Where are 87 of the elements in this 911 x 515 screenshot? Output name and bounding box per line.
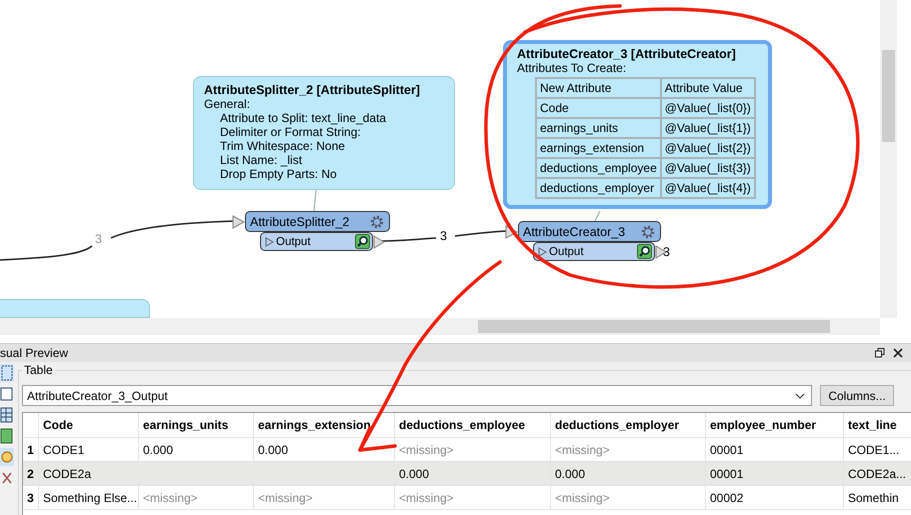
table-row[interactable]: 3 Something Else... <missing> <missing> <missing> <missing> 00002 Somethin [23, 486, 911, 510]
panel-title: sual Preview [0, 346, 70, 360]
annotation-text: Trim Whitespace: None [219, 139, 346, 153]
transformer-node[interactable]: AttributeCreator_3 [518, 221, 661, 242]
table-cell: Somethin [844, 486, 911, 509]
restore-icon[interactable] [875, 348, 885, 358]
column-header[interactable]: deductions_employee [395, 413, 551, 437]
table-cell: 0.000 [254, 438, 395, 461]
table-cell: @Value(_list{2}) [660, 138, 755, 158]
table-cell: 00002 [706, 486, 844, 509]
transformer-node[interactable]: AttributeSplitter_2 [245, 211, 390, 232]
table-cell: 0.000 [551, 462, 706, 485]
annotation-text: Delimiter or Format String: [219, 125, 362, 139]
feature-count: 3 [95, 232, 102, 246]
table-cell: @Value(_list{1}) [660, 118, 755, 138]
table-cell: <missing> [139, 486, 254, 509]
row-number: 1 [23, 438, 39, 461]
table-cell: CODE1 [39, 438, 139, 461]
table-cell: @Value(_list{4}) [660, 178, 755, 198]
annotation-title: AttributeCreator_3 [AttributeCreator] [517, 47, 737, 61]
leader-line [314, 190, 316, 212]
table-cell: <missing> [395, 438, 551, 461]
settings-icon[interactable] [369, 214, 385, 230]
port-name: Output [276, 236, 312, 248]
table-header-cell: Attribute Value [660, 78, 755, 98]
inspect-icon[interactable] [637, 244, 652, 259]
table-cell: deductions_employee [536, 158, 661, 178]
column-header[interactable]: earnings_units [139, 413, 254, 437]
leader-line [594, 210, 600, 222]
table-cell: <missing> [254, 486, 395, 509]
annotation-text: List Name: _list [219, 153, 304, 167]
horizontal-scrollbar[interactable] [0, 318, 880, 335]
table-cell: CODE2a [39, 462, 139, 485]
transformer-name: AttributeCreator_3 [523, 224, 626, 238]
feature-count: 3 [440, 229, 447, 243]
table-cell: <missing> [551, 486, 706, 509]
table-cell: earnings_units [536, 118, 661, 138]
table-header-cell: New Attribute [536, 78, 661, 98]
select-tool-icon[interactable] [0, 364, 14, 382]
column-header[interactable]: deductions_employer [551, 413, 706, 437]
annotation-title: AttributeSplitter_2 [AttributeSplitter] [204, 83, 421, 97]
column-header[interactable]: Code [39, 413, 139, 437]
annotation-heading: General: [204, 97, 252, 111]
table-cell: 00001 [706, 438, 844, 461]
table-row[interactable]: 2 CODE2a 0.000 0.000 00001 CODE2a... [23, 462, 911, 486]
table-cell: CODE2a... [844, 462, 911, 485]
vertical-scrollbar[interactable] [880, 0, 897, 318]
table-cell: deductions_employer [536, 178, 661, 198]
table-row[interactable]: 1 CODE1 0.000 0.000 <missing> <missing> 00001 CODE1... [23, 438, 911, 462]
annotation-text: Attribute to Split: text_line_data [219, 111, 388, 125]
grid-icon[interactable] [0, 406, 14, 424]
annotation-card[interactable]: AttributeSplitter_2 [AttributeSplitter] General: Attribute to Split: text_line_data Delimiter or Format String: Trim Whitespace: None List Name: _list Drop Empty Parts: No [193, 76, 455, 190]
table-cell: <missing> [551, 438, 706, 461]
settings-icon[interactable] [640, 224, 656, 240]
table-cell: CODE1... [844, 438, 911, 461]
port-name: Output [549, 246, 585, 258]
row-number: 3 [23, 486, 39, 509]
table-view-icon[interactable] [0, 385, 14, 403]
expand-arrow-icon[interactable] [265, 236, 274, 246]
dataset-dropdown[interactable]: AttributeCreator_3_Output [22, 385, 812, 406]
table-cell: earnings_extension [536, 138, 661, 158]
feature-count: 3 [663, 245, 670, 259]
expand-arrow-icon[interactable] [538, 246, 547, 256]
column-header[interactable]: text_line [844, 413, 911, 437]
column-header[interactable]: employee_number [706, 413, 844, 437]
table-cell: 0.000 [139, 438, 254, 461]
row-number: 2 [23, 462, 39, 485]
chevron-down-icon [795, 392, 805, 398]
column-header[interactable]: earnings_extension [254, 413, 395, 437]
close-icon[interactable] [893, 348, 903, 358]
table-cell: Something Else... [39, 486, 139, 509]
output-port[interactable]: Output [533, 242, 655, 261]
table-cell: @Value(_list{3}) [660, 158, 755, 178]
annotation-text: Drop Empty Parts: No [219, 167, 338, 181]
inspect-icon[interactable] [355, 234, 370, 249]
table-cell: @Value(_list{0}) [660, 98, 755, 118]
table-cell: 00001 [706, 462, 844, 485]
table-cell: <missing> [395, 486, 551, 509]
group-label: Table [22, 363, 55, 377]
spreadsheet-icon[interactable] [0, 427, 14, 445]
transformer-name: AttributeSplitter_2 [250, 214, 350, 228]
annotation-card[interactable] [503, 40, 772, 209]
output-port[interactable]: Output [260, 232, 373, 251]
table-cell: 0.000 [395, 462, 551, 485]
columns-button[interactable]: Columns... [820, 385, 894, 406]
annotation-heading: Attributes To Create: [517, 61, 628, 75]
table-cell: Code [536, 98, 661, 118]
